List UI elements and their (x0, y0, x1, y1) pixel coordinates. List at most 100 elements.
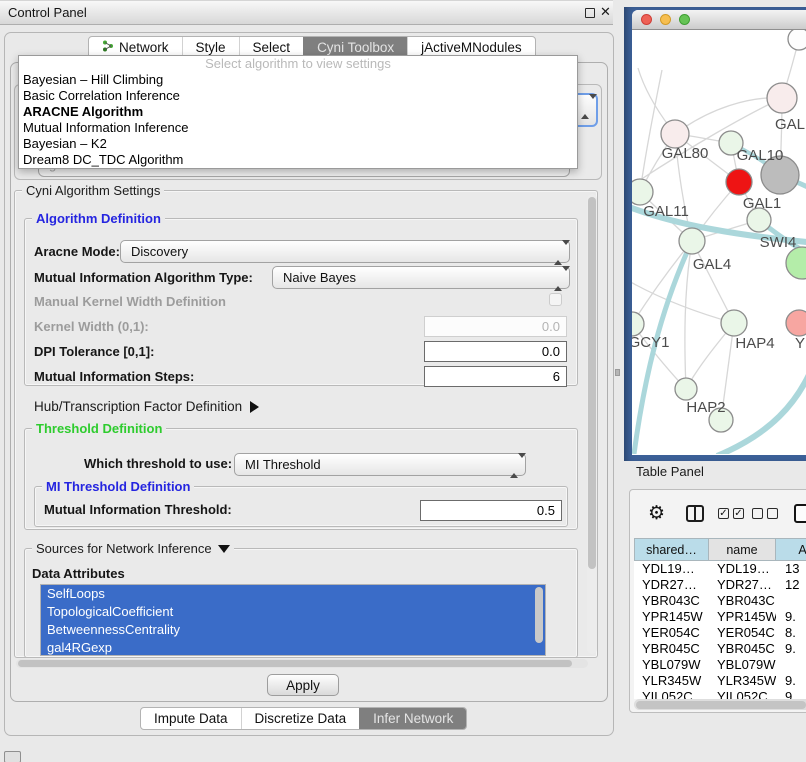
network-view-window: GALGAL80GAL10GAL1GAL11SWI4GAL4GCY1HAP4YH… (632, 10, 806, 455)
kernel-width-field[interactable]: 0.0 (424, 316, 567, 337)
node-gal4[interactable] (679, 228, 705, 254)
table-cell: 9. (776, 673, 806, 689)
gear-icon[interactable]: ⚙ (648, 502, 665, 525)
control-panel-header: Control Panel ✕ (0, 0, 613, 25)
network-edge[interactable] (692, 241, 734, 323)
algorithm-option[interactable]: ARACNE Algorithm (19, 104, 577, 120)
column-header-shared[interactable]: shared… (634, 538, 709, 561)
data-attributes-list[interactable]: SelfLoopsTopologicalCoefficientBetweenne… (40, 584, 546, 656)
table-cell: YDR27… (634, 577, 709, 593)
document-icon[interactable] (794, 504, 806, 523)
table-cell: YBR045C (634, 641, 709, 657)
table-cell: YER054C (634, 625, 709, 641)
node-green-right[interactable] (786, 247, 806, 279)
network-canvas[interactable]: GALGAL80GAL10GAL1GAL11SWI4GAL4GCY1HAP4YH… (632, 30, 806, 454)
threshold-definition-title: Threshold Definition (32, 421, 166, 436)
settings-horizontal-scrollbar[interactable] (16, 659, 588, 668)
table-cell: YDR27… (709, 577, 776, 593)
mi-threshold-field[interactable]: 0.5 (420, 500, 562, 521)
column-header-name[interactable]: name (709, 538, 776, 561)
network-edge[interactable] (717, 355, 806, 454)
table-row[interactable]: YLR345WYLR345W9. (634, 673, 806, 689)
table-row[interactable]: YDR27…YDR27…12 (634, 577, 806, 593)
table-cell (776, 657, 806, 673)
table-cell: YIL052C (634, 689, 709, 699)
apply-button[interactable]: Apply (267, 674, 339, 696)
network-edge[interactable] (640, 70, 662, 192)
dpi-tolerance-field[interactable]: 0.0 (424, 341, 567, 362)
node-hap4[interactable] (721, 310, 747, 336)
expanded-arrow-icon (218, 545, 230, 553)
which-threshold-combobox[interactable]: MI Threshold (234, 453, 526, 476)
checkbox-unchecked-icon[interactable] (752, 508, 763, 519)
dpi-tolerance-label: DPI Tolerance [0,1]: (34, 342, 154, 362)
table-horizontal-scrollbar[interactable] (634, 699, 806, 710)
algorithm-option[interactable]: Bayesian – Hill Climbing (19, 72, 577, 88)
node-label: GAL1 (743, 195, 781, 212)
node-gal80[interactable] (661, 120, 689, 148)
table-row[interactable]: YBL079WYBL079W (634, 657, 806, 673)
mi-steps-field[interactable]: 6 (424, 366, 567, 387)
close-icon[interactable]: ✕ (600, 4, 611, 20)
node-salmon[interactable] (786, 310, 806, 336)
manual-kernel-width-checkbox[interactable] (549, 293, 562, 306)
algorithm-option[interactable]: Mutual Information Inference (19, 120, 577, 136)
tab-impute-data[interactable]: Impute Data (141, 708, 241, 729)
panel-title: Control Panel (8, 5, 87, 20)
checkbox-checked-icon[interactable]: ✓ (733, 508, 744, 519)
table-cell: 13 (776, 561, 806, 577)
tab-infer-network[interactable]: Infer Network (359, 708, 466, 729)
split-columns-icon[interactable] (686, 505, 704, 522)
minimized-panel-icon[interactable] (4, 751, 21, 762)
checkbox-unchecked-icon[interactable] (767, 508, 778, 519)
network-window-titlebar[interactable] (632, 10, 806, 30)
data-attribute-item[interactable]: TopologicalCoefficient (41, 603, 545, 621)
node-gal1[interactable] (726, 169, 752, 195)
node-label: GAL10 (737, 147, 784, 164)
panel-divider-grip[interactable] (615, 369, 620, 376)
mi-algorithm-type-label: Mutual Information Algorithm Type: (34, 268, 253, 288)
table-panel: ⚙ ✓ ✓ shared… name A YDL19…YDL19…13YDR27… (629, 489, 806, 713)
tab-discretize-data[interactable]: Discretize Data (241, 708, 360, 729)
minimize-traffic-light-icon[interactable] (660, 14, 671, 25)
data-attribute-item[interactable]: SelfLoops (41, 585, 545, 603)
node-gcy1[interactable] (632, 312, 644, 336)
mi-threshold-definition-title: MI Threshold Definition (42, 479, 194, 494)
checkbox-checked-icon[interactable]: ✓ (718, 508, 729, 519)
settings-vertical-scrollbar[interactable] (587, 194, 597, 654)
node-top-partial[interactable] (788, 30, 806, 50)
data-attribute-item[interactable]: gal4RGexp (41, 639, 545, 656)
column-header-partial[interactable]: A (776, 538, 806, 561)
table-body: YDL19…YDL19…13YDR27…YDR27…12YBR043CYBR04… (634, 561, 806, 699)
node-label: GCY1 (632, 334, 669, 351)
close-traffic-light-icon[interactable] (641, 14, 652, 25)
algorithm-option[interactable]: Bayesian – K2 (19, 136, 577, 152)
table-row[interactable]: YER054CYER054C8. (634, 625, 806, 641)
float-window-icon[interactable] (585, 8, 595, 18)
data-attribute-item[interactable]: BetweennessCentrality (41, 621, 545, 639)
table-row[interactable]: YDL19…YDL19…13 (634, 561, 806, 577)
algorithm-option[interactable]: Dream8 DC_TDC Algorithm (19, 152, 577, 168)
node-label: GAL (775, 116, 805, 133)
algorithm-option[interactable]: Basic Correlation Inference (19, 88, 577, 104)
network-edge[interactable] (675, 98, 782, 134)
hub-section-toggle[interactable]: Hub/Transcription Factor Definition (34, 397, 259, 417)
table-row[interactable]: YIL052CYIL052C9. (634, 689, 806, 699)
algorithm-definition-title: Algorithm Definition (32, 211, 165, 226)
network-edge[interactable] (685, 241, 692, 389)
list-scrollbar[interactable] (535, 587, 543, 643)
table-row[interactable]: YPR145WYPR145W9. (634, 609, 806, 625)
table-row[interactable]: YBR043CYBR043C (634, 593, 806, 609)
manual-kernel-width-label: Manual Kernel Width Definition (34, 292, 226, 312)
zoom-traffic-light-icon[interactable] (679, 14, 690, 25)
node-gal-pink[interactable] (767, 83, 797, 113)
node-gal11[interactable] (632, 179, 653, 205)
node-hap2[interactable] (675, 378, 697, 400)
mi-algorithm-type-combobox[interactable]: Naive Bayes (272, 266, 570, 289)
table-cell: YLR345W (709, 673, 776, 689)
table-cell: 8. (776, 625, 806, 641)
aracne-mode-combobox[interactable]: Discovery (120, 240, 570, 263)
sources-group-title[interactable]: Sources for Network Inference (32, 541, 234, 556)
table-cell: 9. (776, 689, 806, 699)
table-row[interactable]: YBR045CYBR045C9. (634, 641, 806, 657)
